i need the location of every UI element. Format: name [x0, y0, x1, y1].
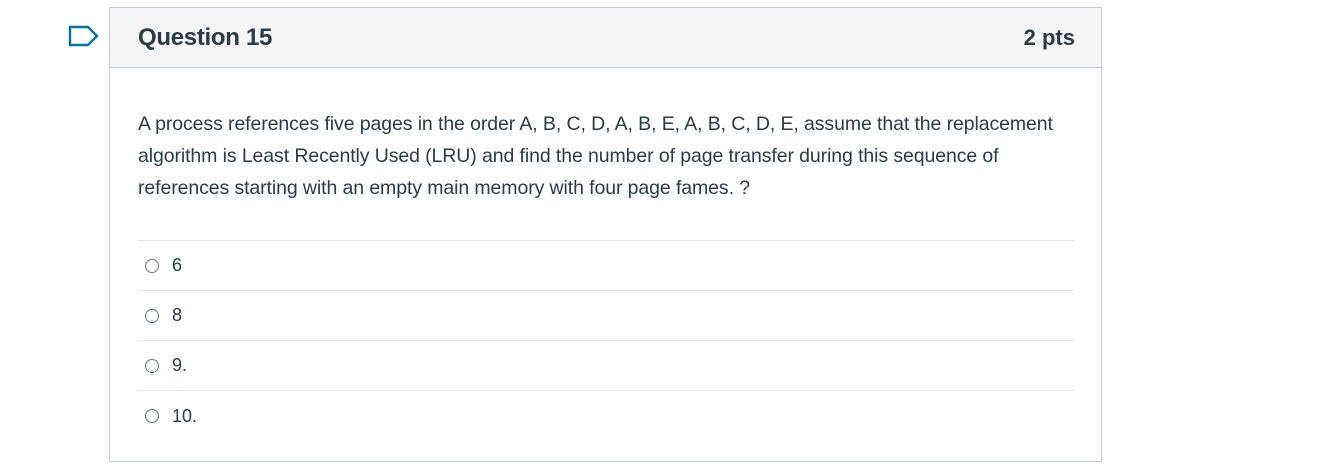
answer-label: 9. [172, 355, 188, 375]
answer-label: 6 [172, 255, 183, 275]
answer-label: 8 [172, 305, 183, 325]
flag-question-icon[interactable] [68, 25, 100, 47]
radio-unchecked-icon[interactable] [145, 409, 159, 423]
radio-unchecked-icon[interactable] [145, 258, 159, 273]
answer-list: 6 8 9. 10. [138, 240, 1075, 441]
answer-option[interactable]: 9. [138, 341, 1075, 391]
radio-unchecked-icon[interactable] [145, 358, 159, 373]
quiz-page: Question 15 2 pts A process references f… [0, 0, 1332, 472]
question-title: Question 15 [138, 23, 273, 51]
question-body: A process references five pages in the o… [110, 68, 1101, 441]
question-card: Question 15 2 pts A process references f… [109, 7, 1102, 462]
question-points: 2 pts [1023, 24, 1075, 50]
answer-option[interactable]: 6 [138, 241, 1075, 291]
answer-label: 10. [172, 405, 198, 426]
radio-unchecked-icon[interactable] [145, 308, 159, 323]
answer-option[interactable]: 10. [138, 391, 1075, 441]
answer-option[interactable]: 8 [138, 291, 1075, 341]
question-text: A process references five pages in the o… [138, 113, 1053, 199]
question-header: Question 15 2 pts [110, 8, 1101, 68]
